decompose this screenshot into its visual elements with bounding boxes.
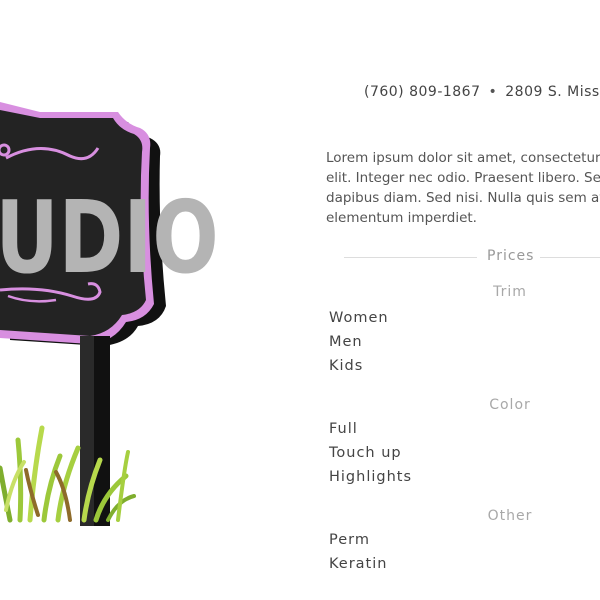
address: 2809 S. Miss [505,84,600,100]
intro-line: dapibus diam. Sed nisi. Nulla quis sem a… [326,190,600,206]
prices-title: Prices [487,248,535,264]
intro-line: elit. Integer nec odio. Praesent libero.… [326,170,600,186]
price-item-men[interactable]: Men [329,334,363,350]
contact-info: (760) 809-1867 • 2809 S. Miss [364,84,600,100]
price-item-touch-up[interactable]: Touch up [329,445,402,461]
divider [344,257,477,258]
intro-paragraph: Lorem ipsum dolor sit amet, consectetur … [326,148,600,228]
intro-line: elementum imperdiet. [326,210,477,226]
price-item-highlights[interactable]: Highlights [329,469,412,485]
price-item-kids[interactable]: Kids [329,358,363,374]
price-item-perm[interactable]: Perm [329,532,370,548]
studio-sign-illustration: UDIO [0,102,219,526]
phone-number[interactable]: (760) 809-1867 [364,84,481,100]
separator-dot: • [488,84,498,100]
section-title-trim: Trim [493,284,527,300]
section-title-color: Color [489,397,531,413]
price-item-full[interactable]: Full [329,421,358,437]
divider [540,257,600,258]
price-item-women[interactable]: Women [329,310,389,326]
grass [0,425,136,523]
prices-heading: Prices [344,247,600,267]
intro-line: Lorem ipsum dolor sit amet, consectetur [326,150,600,166]
sign-text: UDIO [0,181,219,297]
section-title-other: Other [487,508,533,524]
price-item-keratin[interactable]: Keratin [329,556,387,572]
